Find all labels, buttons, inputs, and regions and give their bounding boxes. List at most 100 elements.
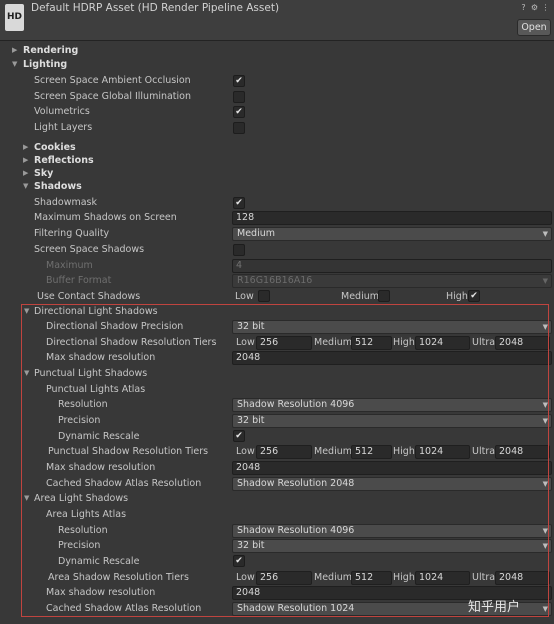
lighting-foldout-icon[interactable]: ▼ xyxy=(12,59,20,69)
chevron-down-icon: ▼ xyxy=(542,230,548,238)
punc-max-res-label: Max shadow resolution xyxy=(46,462,156,473)
dir-precision-label: Directional Shadow Precision xyxy=(46,321,184,332)
filtering-quality-label: Filtering Quality xyxy=(34,228,110,239)
punc-tier-high-field[interactable]: 1024 xyxy=(415,445,470,459)
punc-tier-ultra-field[interactable]: 2048 xyxy=(495,445,550,459)
section-reflections[interactable]: Reflections xyxy=(34,155,94,166)
area-cached-value: Shadow Resolution 1024 xyxy=(237,603,355,614)
settings-icon[interactable]: ⚙ xyxy=(530,3,539,12)
section-lighting[interactable]: Lighting xyxy=(23,59,67,70)
punc-tier-low-label: Low xyxy=(236,446,255,457)
cookies-foldout-icon[interactable]: ▶ xyxy=(23,142,31,152)
shadowmask-label: Shadowmask xyxy=(34,197,98,208)
section-shadows[interactable]: Shadows xyxy=(34,181,82,192)
max-shadows-field[interactable]: 128 xyxy=(232,211,552,225)
ss-maximum-field: 4 xyxy=(232,259,552,273)
area-precision-dropdown[interactable]: 32 bit ▼ xyxy=(232,539,552,553)
chevron-down-icon: ▼ xyxy=(542,542,548,550)
contact-shadows-label: Use Contact Shadows xyxy=(37,291,141,302)
help-icon[interactable]: ? xyxy=(519,3,528,12)
dir-tier-high-label: High xyxy=(393,337,415,348)
area-tiers-label: Area Shadow Resolution Tiers xyxy=(48,572,189,583)
punctual-header[interactable]: Punctual Light Shadows xyxy=(34,368,147,379)
filtering-quality-dropdown[interactable]: Medium ▼ xyxy=(232,227,552,241)
chevron-down-icon: ▼ xyxy=(542,401,548,409)
shadowmask-checkbox[interactable]: ✔ xyxy=(233,197,245,209)
punctual-atlas-label: Punctual Lights Atlas xyxy=(46,384,146,395)
dir-max-res-field[interactable]: 2048 xyxy=(232,351,552,365)
area-tier-low-field[interactable]: 256 xyxy=(256,571,312,585)
contact-high-checkbox[interactable]: ✔ xyxy=(468,290,480,302)
ss-shadows-label: Screen Space Shadows xyxy=(34,244,145,255)
chevron-down-icon: ▼ xyxy=(542,527,548,535)
sky-foldout-icon[interactable]: ▶ xyxy=(23,168,31,178)
buffer-format-value: R16G16B16A16 xyxy=(237,275,313,286)
area-precision-label: Precision xyxy=(58,540,101,551)
punc-max-res-field[interactable]: 2048 xyxy=(232,461,552,475)
contact-low-label: Low xyxy=(235,291,254,302)
max-shadows-label: Maximum Shadows on Screen xyxy=(34,212,177,223)
asset-title: Default HDRP Asset (HD Render Pipeline A… xyxy=(31,2,280,14)
ss-shadows-checkbox[interactable] xyxy=(233,244,245,256)
ssao-label: Screen Space Ambient Occlusion xyxy=(34,75,191,86)
area-resolution-value: Shadow Resolution 4096 xyxy=(237,525,355,536)
punc-precision-value: 32 bit xyxy=(237,415,265,426)
area-rescale-label: Dynamic Rescale xyxy=(58,556,140,567)
ssgi-checkbox[interactable] xyxy=(233,91,245,103)
punc-resolution-label: Resolution xyxy=(58,399,108,410)
dir-precision-dropdown[interactable]: 32 bit ▼ xyxy=(232,320,552,334)
dir-tier-medium-label: Medium xyxy=(314,337,352,348)
punc-rescale-checkbox[interactable]: ✔ xyxy=(233,430,245,442)
area-resolution-label: Resolution xyxy=(58,525,108,536)
dir-tier-medium-field[interactable]: 512 xyxy=(351,336,392,350)
more-menu-icon[interactable]: ⋮ xyxy=(541,3,550,12)
dir-tier-high-field[interactable]: 1024 xyxy=(415,336,470,350)
reflections-foldout-icon[interactable]: ▶ xyxy=(23,155,31,165)
light-layers-label: Light Layers xyxy=(34,122,93,133)
area-tier-ultra-field[interactable]: 2048 xyxy=(495,571,550,585)
area-tier-medium-label: Medium xyxy=(314,572,352,583)
punc-resolution-value: Shadow Resolution 4096 xyxy=(237,399,355,410)
punc-resolution-dropdown[interactable]: Shadow Resolution 4096 ▼ xyxy=(232,398,552,412)
directional-foldout-icon[interactable]: ▼ xyxy=(24,306,32,316)
chevron-down-icon: ▼ xyxy=(542,277,548,285)
volumetrics-checkbox[interactable]: ✔ xyxy=(233,106,245,118)
light-layers-checkbox[interactable] xyxy=(233,122,245,134)
dir-tier-low-field[interactable]: 256 xyxy=(256,336,312,350)
punc-cached-dropdown[interactable]: Shadow Resolution 2048 ▼ xyxy=(232,477,552,491)
area-cached-label: Cached Shadow Atlas Resolution xyxy=(46,603,202,614)
contact-low-checkbox[interactable] xyxy=(258,290,270,302)
dir-tier-low-label: Low xyxy=(236,337,255,348)
hdrp-asset-icon: HD xyxy=(5,4,24,31)
shadows-foldout-icon[interactable]: ▼ xyxy=(23,181,31,191)
punctual-foldout-icon[interactable]: ▼ xyxy=(24,368,32,378)
area-rescale-checkbox[interactable]: ✔ xyxy=(233,555,245,567)
filtering-quality-value: Medium xyxy=(237,228,275,239)
punc-tier-low-field[interactable]: 256 xyxy=(256,445,312,459)
area-tier-high-field[interactable]: 1024 xyxy=(415,571,470,585)
chevron-down-icon: ▼ xyxy=(542,323,548,331)
area-tier-medium-field[interactable]: 512 xyxy=(351,571,392,585)
dir-precision-value: 32 bit xyxy=(237,321,265,332)
section-cookies[interactable]: Cookies xyxy=(34,142,76,153)
ssao-checkbox[interactable]: ✔ xyxy=(233,75,245,87)
punc-tier-medium-field[interactable]: 512 xyxy=(351,445,392,459)
area-tier-high-label: High xyxy=(393,572,415,583)
contact-medium-checkbox[interactable] xyxy=(378,290,390,302)
dir-max-res-label: Max shadow resolution xyxy=(46,352,156,363)
directional-header[interactable]: Directional Light Shadows xyxy=(34,306,158,317)
dir-tier-ultra-field[interactable]: 2048 xyxy=(495,336,550,350)
section-sky[interactable]: Sky xyxy=(34,168,53,179)
punc-precision-dropdown[interactable]: 32 bit ▼ xyxy=(232,414,552,428)
chevron-down-icon: ▼ xyxy=(542,480,548,488)
punc-tier-medium-label: Medium xyxy=(314,446,352,457)
area-foldout-icon[interactable]: ▼ xyxy=(24,493,32,503)
area-tier-low-label: Low xyxy=(236,572,255,583)
area-header[interactable]: Area Light Shadows xyxy=(34,493,128,504)
section-rendering[interactable]: Rendering xyxy=(23,45,78,56)
contact-high-label: High xyxy=(446,291,468,302)
watermark: 知乎用户 xyxy=(468,600,521,615)
open-button[interactable]: Open xyxy=(517,19,551,36)
area-resolution-dropdown[interactable]: Shadow Resolution 4096 ▼ xyxy=(232,524,552,538)
rendering-foldout-icon[interactable]: ▶ xyxy=(12,45,20,55)
